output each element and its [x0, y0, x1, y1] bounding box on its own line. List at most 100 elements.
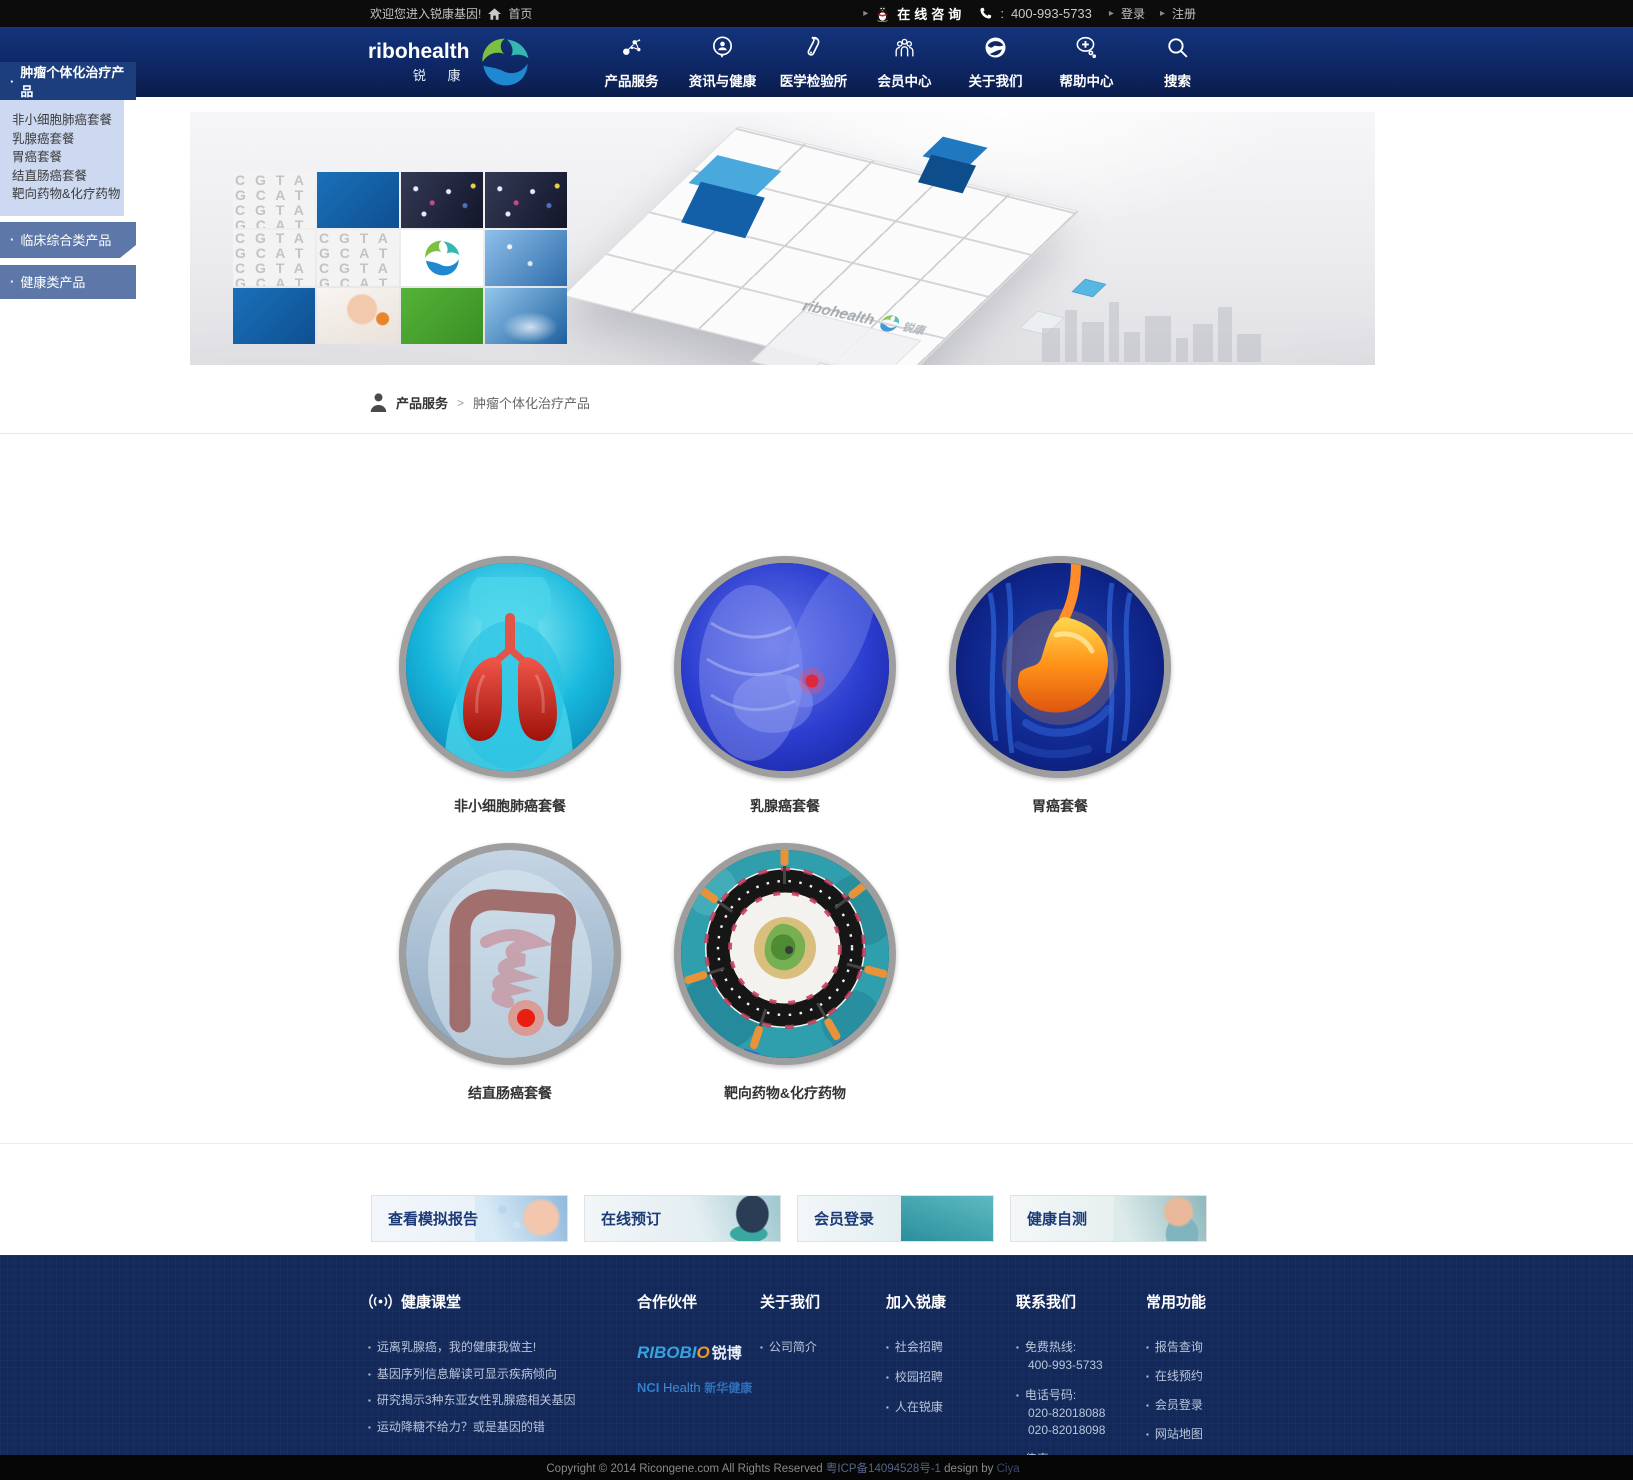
- promo-image-report: [475, 1196, 567, 1241]
- sidebar-sub-nsclc[interactable]: 非小细胞肺癌套餐: [12, 111, 124, 130]
- contact-tel-label: 电话号码:: [1016, 1386, 1136, 1403]
- product-card-breast[interactable]: 乳腺癌套餐: [674, 556, 896, 816]
- help-bubble-icon: [1074, 35, 1099, 65]
- nav-item-about-us[interactable]: 关于我们: [950, 27, 1041, 97]
- product-label[interactable]: 结直肠癌套餐: [399, 1083, 621, 1103]
- sidebar-sub-breast[interactable]: 乳腺癌套餐: [12, 130, 124, 149]
- dartboard-photo: [674, 843, 896, 1065]
- footer-col-functions: 常用功能 报告查询 在线预约 会员登录 网站地图 健康自测: [1146, 1291, 1256, 1480]
- product-card-colorectal[interactable]: 结直肠癌套餐: [399, 843, 621, 1103]
- footer-col-partners: 合作伙伴 RIBOBIO锐博 NCI Health 新华健康: [637, 1291, 757, 1396]
- online-consult-link[interactable]: 在线咨询: [897, 4, 965, 23]
- designer-link[interactable]: Ciya: [997, 1463, 1020, 1475]
- sidebar-sub-stomach[interactable]: 胃癌套餐: [12, 148, 124, 167]
- footer-title-text: 联系我们: [1016, 1291, 1076, 1312]
- footer-health-link[interactable]: 远离乳腺癌，我的健康我做主!: [368, 1338, 643, 1355]
- product-label[interactable]: 乳腺癌套餐: [674, 796, 896, 816]
- footer-col-about: 关于我们 公司简介: [760, 1291, 870, 1365]
- footer-join-link[interactable]: 人在锐康: [886, 1398, 1001, 1415]
- promo-view-sample-report[interactable]: 查看模拟报告: [371, 1195, 568, 1242]
- hero-banner: ribohealth 锐康: [190, 112, 1375, 365]
- nav-item-member-center[interactable]: 会员中心: [859, 27, 950, 97]
- footer-health-link[interactable]: 研究揭示3种东亚女性乳腺癌相关基因: [368, 1391, 643, 1408]
- footer: 健康课堂 远离乳腺癌，我的健康我做主! 基因序列信息解读可显示疾病倾向 研究揭示…: [0, 1255, 1633, 1455]
- product-label[interactable]: 靶向药物&化疗药物: [674, 1083, 896, 1103]
- main-menu: 产品服务 资讯与健康 医学检验所 会员中心 关于我们 帮助中心: [586, 27, 1223, 97]
- mosaic-letters-tile: [233, 230, 315, 286]
- sidebar-item-label: 健康类产品: [20, 272, 85, 291]
- nav-item-products[interactable]: 产品服务: [586, 27, 677, 97]
- mosaic-blue-tile: [317, 172, 399, 228]
- breadcrumb-root-link[interactable]: 产品服务: [396, 393, 448, 412]
- breadcrumb: 产品服务 > 肿瘤个体化治疗产品: [370, 393, 590, 412]
- product-label[interactable]: 非小细胞肺癌套餐: [399, 796, 621, 816]
- partner-ribobio-logo[interactable]: RIBOBIO锐博: [637, 1342, 757, 1363]
- mosaic-baby-tile: [317, 288, 399, 344]
- footer-title-text: 常用功能: [1146, 1291, 1206, 1312]
- lungs-photo: [399, 556, 621, 778]
- sidebar-item-health-products[interactable]: 健康类产品: [0, 265, 136, 299]
- promo-image-microscope: [688, 1196, 780, 1241]
- brand-logo[interactable]: ribohealth 锐 康: [368, 35, 532, 89]
- molecule-icon: [619, 35, 644, 65]
- product-label[interactable]: 胃癌套餐: [949, 796, 1171, 816]
- home-link[interactable]: 首页: [508, 5, 532, 22]
- mosaic-logo-tile: [401, 230, 483, 286]
- ribobio-cn: 锐博: [712, 1345, 742, 1362]
- person-icon: [370, 393, 387, 412]
- footer-func-report-query[interactable]: 报告查询: [1146, 1338, 1256, 1355]
- sidebar-sub-targeted-drugs[interactable]: 靶向药物&化疗药物: [12, 185, 124, 204]
- globe-icon: [983, 35, 1008, 65]
- mosaic-letters-tile: [233, 172, 315, 228]
- copyright-text: Copyright © 2014 Ricongene.com All Right…: [546, 1463, 822, 1475]
- contact-tel-2: 020-82018098: [1028, 1423, 1136, 1437]
- icp-number: 粤ICP备14094528号-1: [826, 1463, 941, 1475]
- partner-nci-health-logo[interactable]: NCI Health 新华健康: [637, 1379, 757, 1396]
- nav-item-search[interactable]: 搜索: [1132, 27, 1223, 97]
- promo-member-login[interactable]: 会员登录: [797, 1195, 994, 1242]
- nav-item-news-health[interactable]: 资讯与健康: [677, 27, 768, 97]
- promo-health-selftest[interactable]: 健康自测: [1010, 1195, 1207, 1242]
- footer-func-member-login[interactable]: 会员登录: [1146, 1396, 1256, 1413]
- footer-join-link[interactable]: 校园招聘: [886, 1368, 1001, 1385]
- nav-label: 关于我们: [969, 70, 1023, 90]
- product-card-nsclc[interactable]: 非小细胞肺癌套餐: [399, 556, 621, 816]
- search-icon: [1165, 35, 1190, 65]
- product-card-targeted-drugs[interactable]: 靶向药物&化疗药物: [674, 843, 896, 1103]
- footer-func-sitemap[interactable]: 网站地图: [1146, 1425, 1256, 1442]
- footer-join-link[interactable]: 社会招聘: [886, 1338, 1001, 1355]
- nci-health-text: Health: [663, 1380, 701, 1395]
- breadcrumb-separator: >: [457, 396, 464, 410]
- footer-title-text: 健康课堂: [401, 1291, 461, 1312]
- footer-func-online-booking[interactable]: 在线预约: [1146, 1367, 1256, 1384]
- design-by-text: design by: [944, 1463, 993, 1475]
- footer-health-link[interactable]: 运动降糖不给力？或是基因的错: [368, 1418, 643, 1435]
- sidebar-item-clinical[interactable]: 临床综合类产品: [0, 222, 136, 258]
- category-sidebar: 肿瘤个体化治疗产品 非小细胞肺癌套餐 乳腺癌套餐 胃癌套餐 结直肠癌套餐 靶向药…: [0, 62, 140, 299]
- footer-about-link[interactable]: 公司简介: [760, 1338, 870, 1355]
- copyright-line: Copyright © 2014 Ricongene.com All Right…: [370, 1460, 1196, 1476]
- register-link[interactable]: 注册: [1172, 5, 1196, 22]
- separator-arrow: ▸: [1109, 8, 1114, 19]
- mosaic-green-tile: [401, 288, 483, 344]
- promo-online-booking[interactable]: 在线预订: [584, 1195, 781, 1242]
- footer-title-text: 加入锐康: [886, 1291, 946, 1312]
- ribobio-text: RIBOBI: [637, 1343, 697, 1362]
- mosaic-blue-tile: [233, 288, 315, 344]
- footer-title-text: 关于我们: [760, 1291, 820, 1312]
- sidebar-item-tumor-personalized[interactable]: 肿瘤个体化治疗产品: [0, 62, 136, 100]
- login-link[interactable]: 登录: [1121, 5, 1145, 22]
- sidebar-sub-colorectal[interactable]: 结直肠癌套餐: [12, 167, 124, 186]
- brand-swirl-icon: [478, 35, 532, 89]
- nav-item-help-center[interactable]: 帮助中心: [1041, 27, 1132, 97]
- promo-image-woman: [1114, 1196, 1206, 1241]
- footer-health-link[interactable]: 基因序列信息解读可显示疾病倾向: [368, 1365, 643, 1382]
- hotline-number: 400-993-5733: [1011, 6, 1092, 21]
- home-icon: [488, 8, 501, 20]
- nav-label: 资讯与健康: [689, 70, 757, 90]
- nav-item-medical-lab[interactable]: 医学检验所: [768, 27, 859, 97]
- product-card-stomach[interactable]: 胃癌套餐: [949, 556, 1171, 816]
- mosaic-dna-tile: [401, 172, 483, 228]
- news-bubble-icon: [710, 35, 735, 65]
- phone-colon: :: [1000, 6, 1004, 21]
